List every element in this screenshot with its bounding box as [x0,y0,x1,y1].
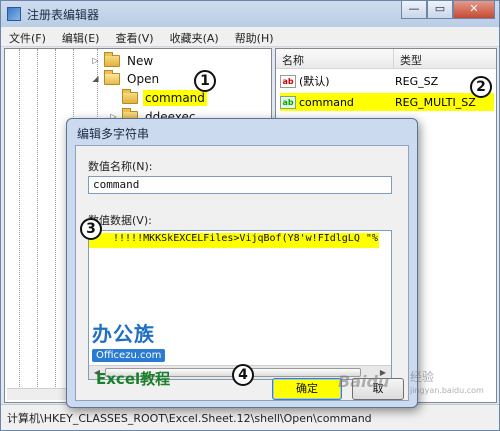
menu-help[interactable]: 帮助(H) [227,27,282,46]
tree-node-command[interactable]: command [109,88,207,107]
watermark-logo-text: 办公族 [92,322,155,346]
tree-node-open[interactable]: ◢ Open [91,69,161,88]
string-value-icon: ab [280,74,296,88]
collapse-arrow-icon[interactable]: ◢ [91,74,100,83]
jingyan-url-watermark: jingyan.baidu.com [410,386,484,395]
value-type: REG_SZ [395,74,439,88]
tree-guide-line [37,49,38,389]
minimize-button[interactable]: — [401,1,427,19]
folder-icon [122,88,138,104]
value-name: command [299,95,354,109]
menu-file[interactable]: 文件(F) [1,27,54,46]
window-title: 注册表编辑器 [27,8,100,22]
column-header-type[interactable]: 类型 [394,49,496,69]
expand-arrow-icon[interactable]: ▷ [91,56,100,65]
registry-editor-icon [7,7,21,21]
callout-2: 2 [470,76,492,98]
officezu-watermark: 办公族 Officezu.com [92,318,192,362]
tree-node-label: New [127,53,154,68]
tree-node-label: Open [127,71,160,86]
value-row-default[interactable]: ab (默认) REG_SZ [280,72,494,90]
value-name-field[interactable]: command [88,176,392,194]
value-name-label: 数值名称(N): [88,160,153,173]
tree-guide-line [19,49,20,389]
baidu-watermark: Baidu [338,372,390,391]
callout-4: 4 [232,364,254,386]
menu-edit[interactable]: 编辑(E) [54,27,108,46]
tree-node-label-selected: command [143,89,207,106]
value-name: (默认) [299,75,330,88]
maximize-button[interactable]: ▭ [427,1,453,19]
title-bar: 注册表编辑器 — ▭ ✕ [1,1,499,27]
jingyan-watermark: 经验 [410,370,435,384]
watermark-logo-url: Officezu.com [92,349,166,362]
dialog-body: 数值名称(N): command 数值数据(V): !!!!!MKKSkEXCE… [75,145,409,401]
tree-guide-line [55,49,56,389]
excel-tutorial-watermark: Excel教程 [96,370,171,388]
window-controls: — ▭ ✕ [401,1,495,19]
tree-node-new[interactable]: ▷ New [91,51,155,70]
value-type: REG_MULTI_SZ [395,95,476,109]
value-data-line: !!!!!MKKSkEXCELFiles>VijqBof(Y8'w!FIdlgL… [89,233,379,248]
ok-button[interactable]: 确定 [272,378,342,400]
close-button[interactable]: ✕ [453,1,495,19]
dialog-title: 编辑多字符串 [77,127,150,141]
menu-favorites[interactable]: 收藏夹(A) [162,27,227,46]
menu-view[interactable]: 查看(V) [107,27,161,46]
column-header-name[interactable]: 名称 [276,49,394,69]
open-folder-icon [104,69,120,85]
callout-3: 3 [80,218,102,240]
folder-icon [104,51,120,67]
menu-bar: 文件(F) 编辑(E) 查看(V) 收藏夹(A) 帮助(H) [1,27,499,47]
value-row-command[interactable]: ab command REG_MULTI_SZ [280,93,494,111]
callout-1: 1 [194,70,216,92]
multi-string-value-icon: ab [280,95,296,109]
